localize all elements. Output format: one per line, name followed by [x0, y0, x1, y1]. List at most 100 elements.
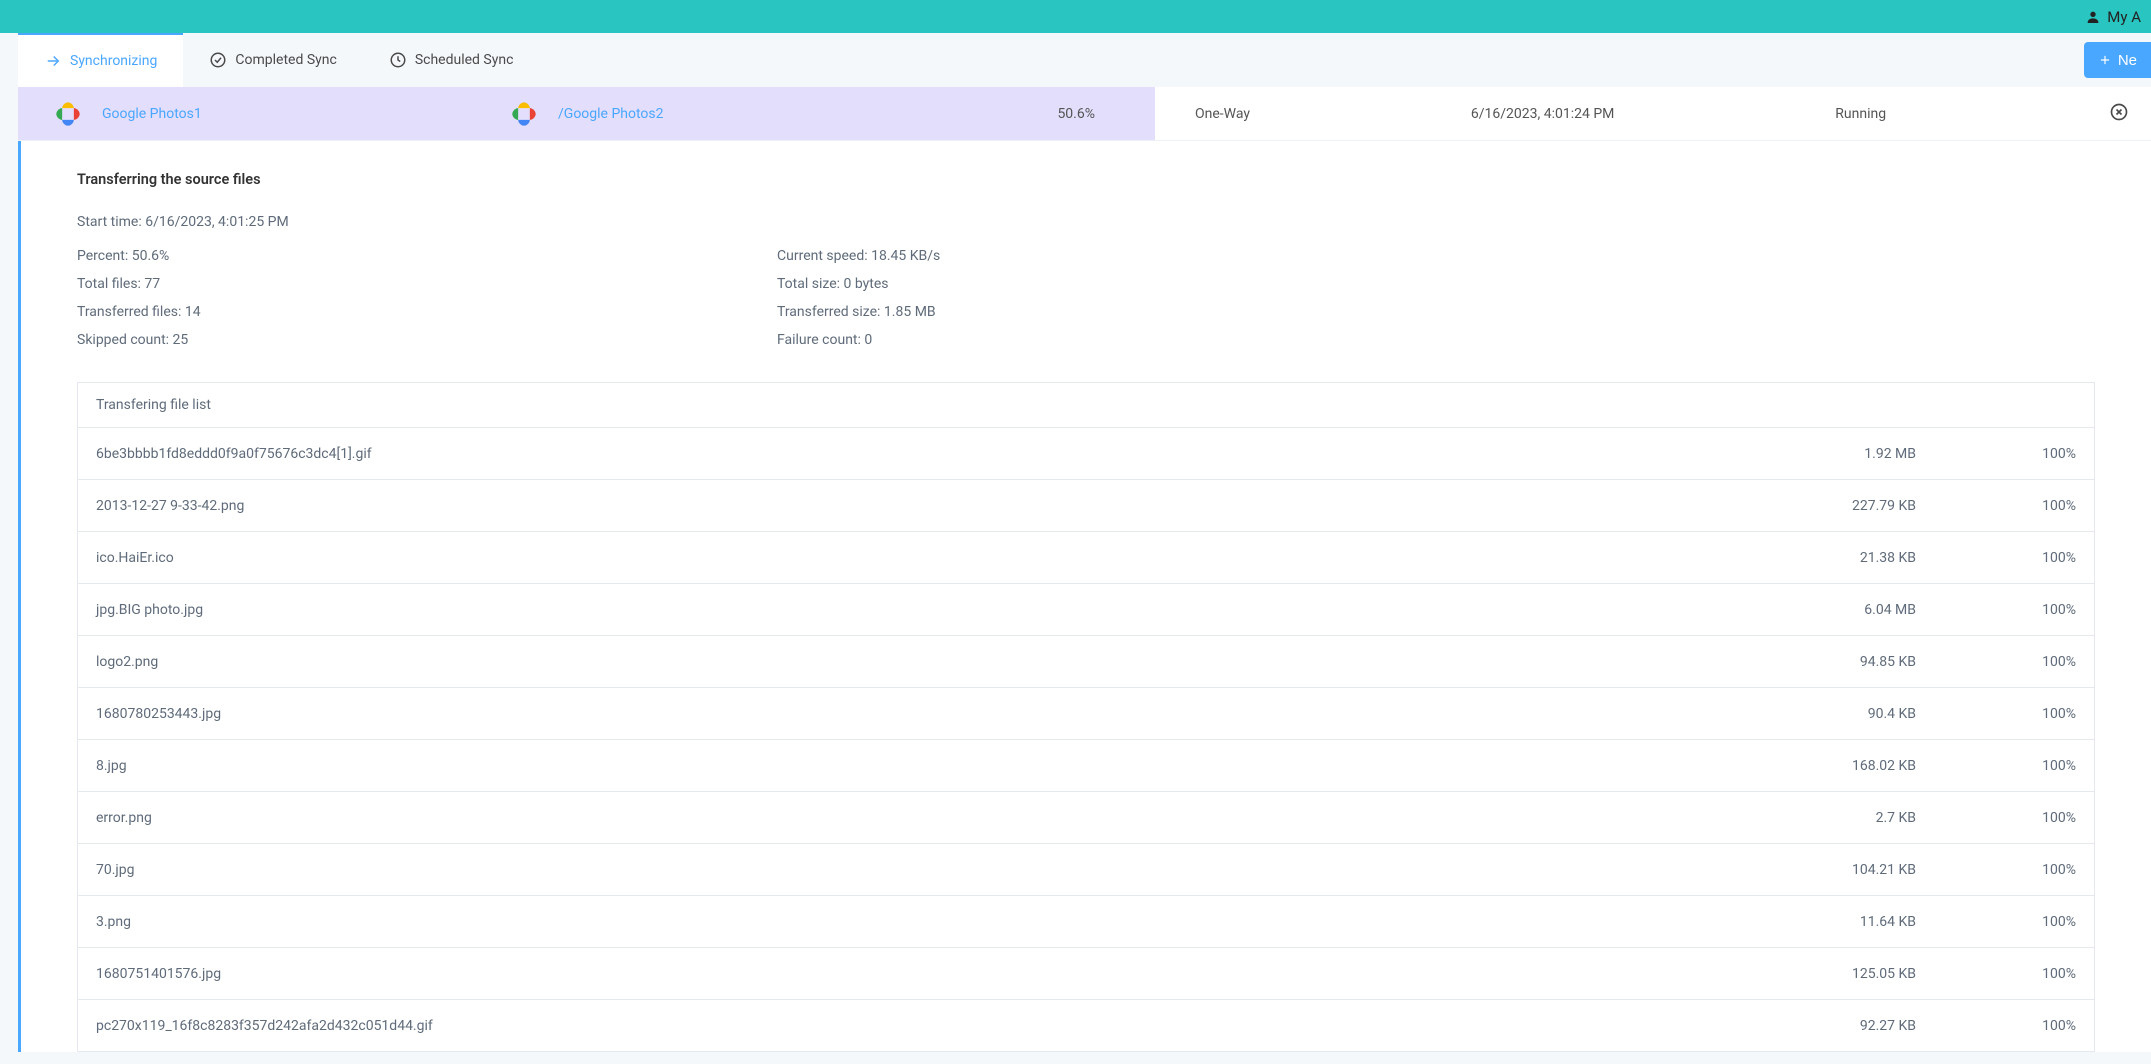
failure-value: 0: [864, 332, 872, 348]
current-speed-row: Current speed: 18.45 KB/s: [777, 248, 2095, 264]
google-photos-icon: [504, 100, 544, 128]
file-size: 90.4 KB: [1746, 706, 1956, 722]
skipped-value: 25: [173, 332, 189, 348]
task-src-dst: Google Photos1 /Google Photos2 50.6%: [18, 87, 1155, 140]
file-name: 2013-12-27 9-33-42.png: [96, 498, 1746, 514]
file-progress: 100%: [1956, 966, 2076, 982]
file-row: 1680751401576.jpg125.05 KB100%: [78, 948, 2094, 1000]
file-row: 70.jpg104.21 KB100%: [78, 844, 2094, 896]
percent-label: Percent:: [77, 248, 132, 264]
file-size: 168.02 KB: [1746, 758, 1956, 774]
file-size: 1.92 MB: [1746, 446, 1956, 462]
task-details-panel: Transferring the source files Start time…: [18, 141, 2151, 1052]
total-size-row: Total size: 0 bytes: [777, 276, 2095, 292]
start-time-value: 6/16/2023, 4:01:25 PM: [145, 214, 289, 230]
account-label: My A: [2107, 8, 2141, 26]
file-progress: 100%: [1956, 1018, 2076, 1034]
file-size: 6.04 MB: [1746, 602, 1956, 618]
file-size: 11.64 KB: [1746, 914, 1956, 930]
clock-icon: [389, 51, 407, 69]
file-name: 1680780253443.jpg: [96, 706, 1746, 722]
task-dest-label: /Google Photos2: [558, 106, 664, 122]
task-source-label: Google Photos1: [102, 106, 202, 122]
total-size-label: Total size:: [777, 276, 844, 292]
file-name: 1680751401576.jpg: [96, 966, 1746, 982]
tab-synchronizing[interactable]: Synchronizing: [18, 33, 183, 87]
task-status: Running: [1835, 106, 1886, 122]
file-size: 21.38 KB: [1746, 550, 1956, 566]
file-progress: 100%: [1956, 654, 2076, 670]
file-progress: 100%: [1956, 446, 2076, 462]
file-size: 94.85 KB: [1746, 654, 1956, 670]
file-progress: 100%: [1956, 706, 2076, 722]
transferred-size-row: Transferred size: 1.85 MB: [777, 304, 2095, 320]
transferred-files-label: Transferred files:: [77, 304, 185, 320]
current-speed-label: Current speed:: [777, 248, 871, 264]
percent-row: Percent: 50.6%: [77, 248, 777, 264]
file-row: logo2.png94.85 KB100%: [78, 636, 2094, 688]
tab-completed[interactable]: Completed Sync: [183, 33, 362, 87]
top-bar: My A: [0, 0, 2151, 33]
file-name: jpg.BIG photo.jpg: [96, 602, 1746, 618]
skipped-row: Skipped count: 25: [77, 332, 777, 348]
close-icon: [2109, 102, 2129, 126]
file-row: 6be3bbbb1fd8eddd0f9a0f75676c3dc4[1].gif1…: [78, 428, 2094, 480]
new-sync-button[interactable]: Ne: [2084, 42, 2151, 78]
start-time-label: Start time:: [77, 214, 145, 230]
file-name: error.png: [96, 810, 1746, 826]
file-progress: 100%: [1956, 550, 2076, 566]
tab-scheduled-label: Scheduled Sync: [415, 52, 514, 68]
file-name: 70.jpg: [96, 862, 1746, 878]
sync-icon: [44, 52, 62, 70]
file-progress: 100%: [1956, 758, 2076, 774]
total-files-value: 77: [144, 276, 160, 292]
file-row: jpg.BIG photo.jpg6.04 MB100%: [78, 584, 2094, 636]
sync-task-row[interactable]: Google Photos1 /Google Photos2 50.6% One…: [18, 87, 2151, 141]
user-icon: [2085, 9, 2101, 25]
account-menu[interactable]: My A: [2085, 8, 2141, 26]
task-datetime: 6/16/2023, 4:01:24 PM: [1471, 106, 1615, 122]
tab-synchronizing-label: Synchronizing: [70, 53, 157, 69]
file-progress: 100%: [1956, 810, 2076, 826]
file-progress: 100%: [1956, 862, 2076, 878]
total-files-label: Total files:: [77, 276, 144, 292]
file-name: 8.jpg: [96, 758, 1746, 774]
file-row: ico.HaiEr.ico21.38 KB100%: [78, 532, 2094, 584]
file-name: pc270x119_16f8c8283f357d242afa2d432c051d…: [96, 1018, 1746, 1034]
file-row: 1680780253443.jpg90.4 KB100%: [78, 688, 2094, 740]
file-size: 92.27 KB: [1746, 1018, 1956, 1034]
cancel-task-button[interactable]: [2107, 102, 2131, 126]
details-title: Transferring the source files: [77, 171, 2095, 188]
task-percent: 50.6%: [1057, 106, 1155, 122]
tab-bar: Synchronizing Completed Sync Scheduled S…: [18, 33, 2151, 87]
file-list-table: Transfering file list 6be3bbbb1fd8eddd0f…: [77, 382, 2095, 1052]
file-row: 8.jpg168.02 KB100%: [78, 740, 2094, 792]
tab-completed-label: Completed Sync: [235, 52, 336, 68]
check-icon: [209, 51, 227, 69]
file-row: pc270x119_16f8c8283f357d242afa2d432c051d…: [78, 1000, 2094, 1052]
file-size: 104.21 KB: [1746, 862, 1956, 878]
task-mode: One-Way: [1195, 106, 1250, 122]
transferred-files-row: Transferred files: 14: [77, 304, 777, 320]
start-time-row: Start time: 6/16/2023, 4:01:25 PM: [77, 214, 2095, 230]
tab-scheduled[interactable]: Scheduled Sync: [363, 33, 540, 87]
total-size-value: 0 bytes: [844, 276, 889, 292]
file-progress: 100%: [1956, 914, 2076, 930]
file-row: 3.png11.64 KB100%: [78, 896, 2094, 948]
file-name: ico.HaiEr.ico: [96, 550, 1746, 566]
file-size: 125.05 KB: [1746, 966, 1956, 982]
plus-icon: [2098, 53, 2112, 67]
failure-label: Failure count:: [777, 332, 864, 348]
percent-value: 50.6%: [132, 248, 170, 264]
new-sync-label: Ne: [2118, 52, 2137, 69]
transferred-size-label: Transferred size:: [777, 304, 884, 320]
current-speed-value: 18.45 KB/s: [871, 248, 940, 264]
total-files-row: Total files: 77: [77, 276, 777, 292]
google-photos-icon: [48, 100, 88, 128]
failure-row: Failure count: 0: [777, 332, 2095, 348]
file-name: 3.png: [96, 914, 1746, 930]
transferred-size-value: 1.85 MB: [884, 304, 936, 320]
file-progress: 100%: [1956, 602, 2076, 618]
file-name: 6be3bbbb1fd8eddd0f9a0f75676c3dc4[1].gif: [96, 446, 1746, 462]
file-row: 2013-12-27 9-33-42.png227.79 KB100%: [78, 480, 2094, 532]
